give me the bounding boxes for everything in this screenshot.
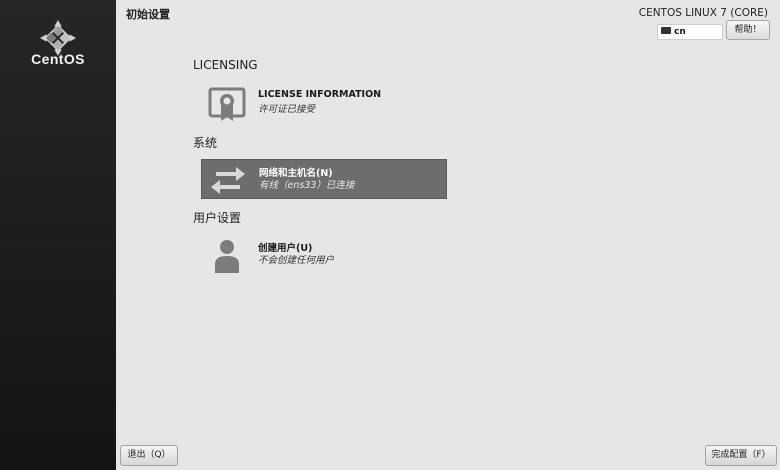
keyboard-layout-label: cn [674, 27, 686, 37]
user-icon [215, 240, 239, 273]
spoke-status: 许可证已接受 [258, 104, 316, 115]
finish-configuration-button[interactable]: 完成配置（F） [705, 445, 777, 466]
spoke-name: LICENSE INFORMATION [258, 89, 382, 100]
keyboard-icon [661, 27, 671, 34]
spoke-network-hostname[interactable]: 网络和主机名(N) 有线（ens33）已连接 [201, 159, 447, 199]
sidebar: CentOS [0, 0, 116, 470]
spoke-status: 不会创建任何用户 [258, 255, 335, 266]
product-name: CENTOS LINUX 7 (CORE) [638, 7, 768, 19]
section-title-licensing: LICENSING [193, 58, 258, 72]
help-button[interactable]: 帮助！ [726, 20, 770, 40]
quit-button[interactable]: 退出（Q） [120, 445, 178, 466]
spoke-create-user[interactable]: 创建用户(U) 不会创建任何用户 [201, 235, 447, 275]
main-panel: 初始设置 CENTOS LINUX 7 (CORE) cn 帮助！ LICENS… [116, 0, 780, 470]
logo-text: CentOS [31, 51, 85, 67]
page-title: 初始设置 [126, 8, 170, 21]
spoke-status: 有线（ens33）已连接 [259, 180, 355, 191]
keyboard-layout-indicator[interactable]: cn [657, 24, 723, 40]
network-arrows-icon [211, 167, 245, 194]
spoke-license-information[interactable]: LICENSE INFORMATION 许可证已接受 [201, 84, 447, 124]
section-title-system: 系统 [193, 136, 218, 150]
certificate-icon [208, 87, 246, 121]
section-title-user-settings: 用户设置 [193, 211, 242, 225]
